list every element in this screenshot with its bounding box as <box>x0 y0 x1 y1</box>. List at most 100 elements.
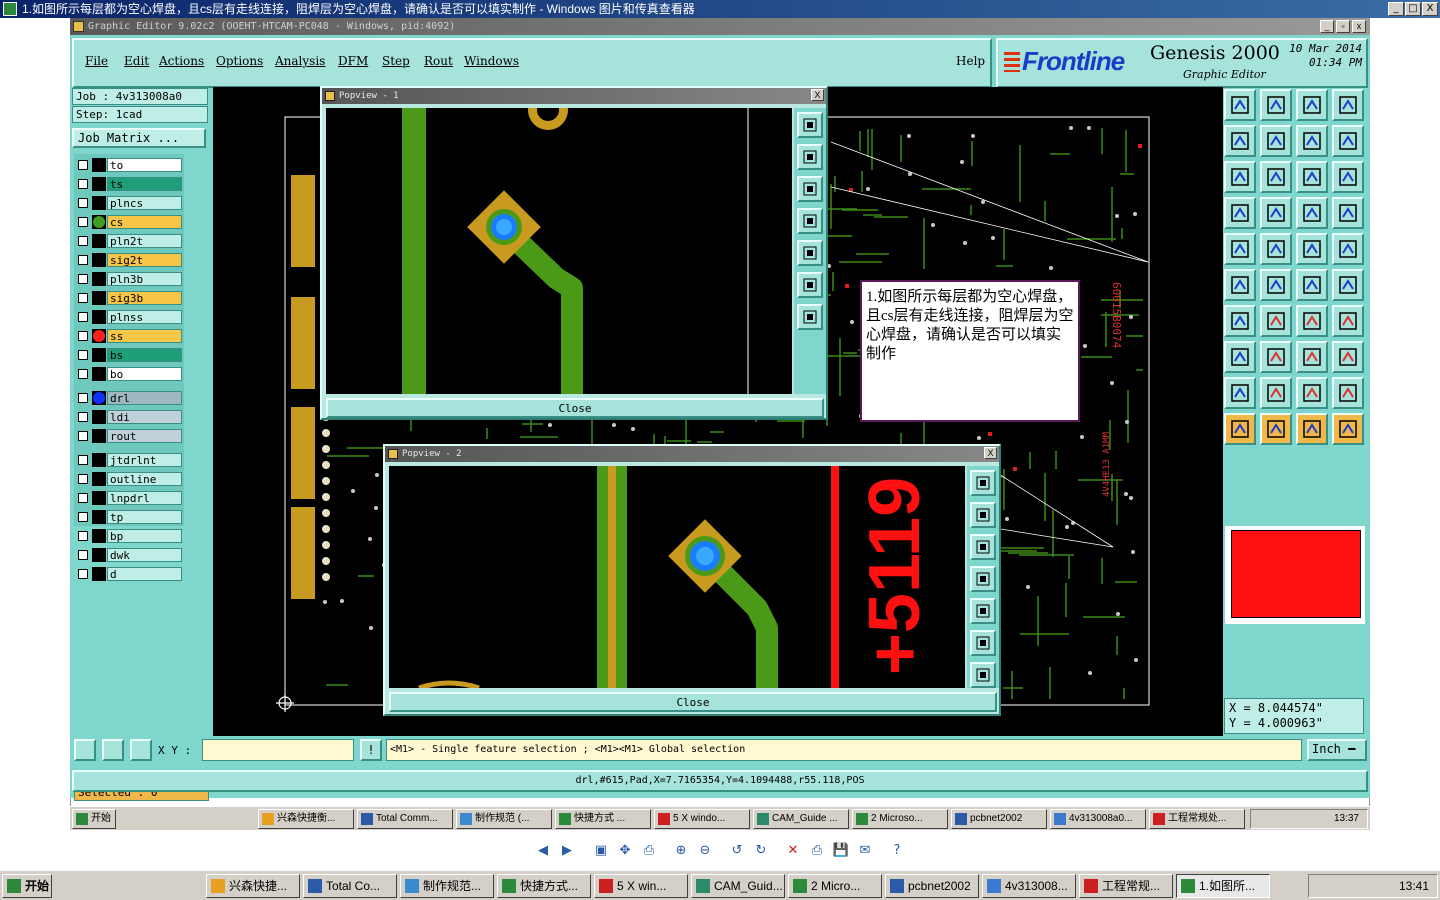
layer-name[interactable]: d <box>107 567 182 581</box>
fit-icon[interactable] <box>1224 161 1256 193</box>
inner-task-item[interactable]: 工程常规处... <box>1149 809 1245 829</box>
inner-task-item[interactable]: 2 Microso... <box>852 809 948 829</box>
inner-task-item[interactable]: CAM_Guide ... <box>753 809 849 829</box>
layer-row-lnpdrl[interactable]: lnpdrl <box>76 491 184 505</box>
maximize-button[interactable]: □ <box>1405 2 1421 16</box>
genesis-minimize-button[interactable]: _ <box>1320 20 1334 33</box>
box-icon[interactable] <box>1296 341 1328 373</box>
inner-task-item[interactable]: 5 X windo... <box>654 809 750 829</box>
layer-color-swatch[interactable] <box>92 234 106 248</box>
close-button[interactable]: X <box>1422 2 1438 16</box>
download-icon[interactable] <box>1260 89 1292 121</box>
zoom-window-icon[interactable] <box>74 739 96 761</box>
upload-icon[interactable] <box>1224 89 1256 121</box>
inner-start-button[interactable]: 开始 <box>72 809 116 829</box>
exclamation-button[interactable]: ! <box>360 739 382 761</box>
popview-tool-icon[interactable] <box>797 176 823 202</box>
layer-checkbox[interactable] <box>78 474 88 484</box>
layer-color-swatch[interactable] <box>92 310 106 324</box>
dot-icon[interactable] <box>1332 233 1364 265</box>
step-out-icon[interactable] <box>1260 125 1292 157</box>
inner-task-item[interactable]: 制作规范 (... <box>456 809 552 829</box>
layer-color-swatch[interactable] <box>92 429 106 443</box>
menu-step[interactable]: Step <box>382 54 410 68</box>
taskbar-item[interactable]: 快捷方式... <box>497 874 591 898</box>
layer-row-drl[interactable]: drl <box>76 391 184 405</box>
layer-color-swatch[interactable] <box>92 215 106 229</box>
layer-row-plnss[interactable]: plnss <box>76 310 184 324</box>
layer-checkbox[interactable] <box>78 531 88 541</box>
actual-size-icon[interactable]: ✥ <box>616 842 634 860</box>
layer-color-swatch[interactable] <box>92 453 106 467</box>
inner-task-item[interactable]: 快捷方式 ... <box>555 809 651 829</box>
popview-tool-icon[interactable] <box>797 112 823 138</box>
popview-2-close-button[interactable]: Close <box>389 692 997 712</box>
layer-color-swatch[interactable] <box>92 253 106 267</box>
layer-row-tp[interactable]: tp <box>76 510 184 524</box>
popview-tool-icon[interactable] <box>797 144 823 170</box>
layer-checkbox[interactable] <box>78 236 88 246</box>
layer-row-pln2t[interactable]: pln2t <box>76 234 184 248</box>
arc-a-icon[interactable] <box>1260 377 1292 409</box>
layer-name[interactable]: sig3b <box>107 291 182 305</box>
layer-name[interactable]: ss <box>107 329 182 343</box>
zoom-in-icon[interactable]: ⊕ <box>672 842 690 860</box>
split-icon[interactable] <box>1332 305 1364 337</box>
menu-windows[interactable]: Windows <box>464 54 519 68</box>
layer-name[interactable]: rout <box>107 429 182 443</box>
layer-color-swatch[interactable] <box>92 472 106 486</box>
layer-color-swatch[interactable] <box>92 177 106 191</box>
layer-color-swatch[interactable] <box>92 367 106 381</box>
taskbar-item[interactable]: 4v313008... <box>982 874 1076 898</box>
layer-row-to[interactable]: to <box>76 158 184 172</box>
select-b-icon[interactable] <box>1296 413 1328 445</box>
measure-icon[interactable] <box>102 739 124 761</box>
layer-name[interactable]: bp <box>107 529 182 543</box>
arc-b-icon[interactable] <box>1296 377 1328 409</box>
popview-tool-icon[interactable] <box>797 240 823 266</box>
menu-dfm[interactable]: DFM <box>338 54 368 68</box>
flip-icon[interactable] <box>1332 125 1364 157</box>
popview-tool-icon[interactable] <box>970 598 996 624</box>
layer-row-dwk[interactable]: dwk <box>76 548 184 562</box>
genesis-restore-button[interactable]: ▫ <box>1336 20 1350 33</box>
window-icon[interactable] <box>1332 89 1364 121</box>
layer-name[interactable]: sig2t <box>107 253 182 267</box>
bar-icon[interactable] <box>1260 341 1292 373</box>
layer-checkbox[interactable] <box>78 312 88 322</box>
snap-icon[interactable] <box>1296 269 1328 301</box>
layer-name[interactable]: cs <box>107 215 182 229</box>
layer-checkbox[interactable] <box>78 393 88 403</box>
inner-task-item[interactable]: 4v313008a0... <box>1050 809 1146 829</box>
layer-checkbox[interactable] <box>78 198 88 208</box>
popview-tool-icon[interactable] <box>970 470 996 496</box>
panel-b-icon[interactable] <box>1332 197 1364 229</box>
line-icon[interactable] <box>1260 305 1292 337</box>
layer-row-ss[interactable]: ss <box>76 329 184 343</box>
best-fit-icon[interactable]: ▣ <box>592 842 610 860</box>
layer-color-swatch[interactable] <box>92 272 106 286</box>
xy-input[interactable] <box>202 739 354 761</box>
pad-icon[interactable] <box>1224 233 1256 265</box>
layer-color-swatch[interactable] <box>92 548 106 562</box>
popview-1-view[interactable] <box>326 108 792 394</box>
polygon-icon[interactable] <box>1260 233 1292 265</box>
layer-name[interactable]: tp <box>107 510 182 524</box>
layer-name[interactable]: pln2t <box>107 234 182 248</box>
home-icon[interactable] <box>1296 89 1328 121</box>
layer-row-outline[interactable]: outline <box>76 472 184 486</box>
layer-checkbox[interactable] <box>78 493 88 503</box>
layer-row-sig3b[interactable]: sig3b <box>76 291 184 305</box>
ruler-icon[interactable] <box>1296 233 1328 265</box>
layer-checkbox[interactable] <box>78 331 88 341</box>
layer-color-swatch[interactable] <box>92 529 106 543</box>
genesis-close-button[interactable]: x <box>1352 20 1366 33</box>
layer-row-sig2t[interactable]: sig2t <box>76 253 184 267</box>
inner-task-item[interactable]: pcbnet2002 <box>951 809 1047 829</box>
taskbar-item[interactable]: 5 X win... <box>594 874 688 898</box>
start-button[interactable]: 开始 <box>2 874 52 898</box>
delete-icon[interactable]: ✕ <box>784 842 802 860</box>
cross-icon[interactable] <box>1260 269 1292 301</box>
layer-name[interactable]: plnss <box>107 310 182 324</box>
select-icon[interactable] <box>1260 413 1292 445</box>
